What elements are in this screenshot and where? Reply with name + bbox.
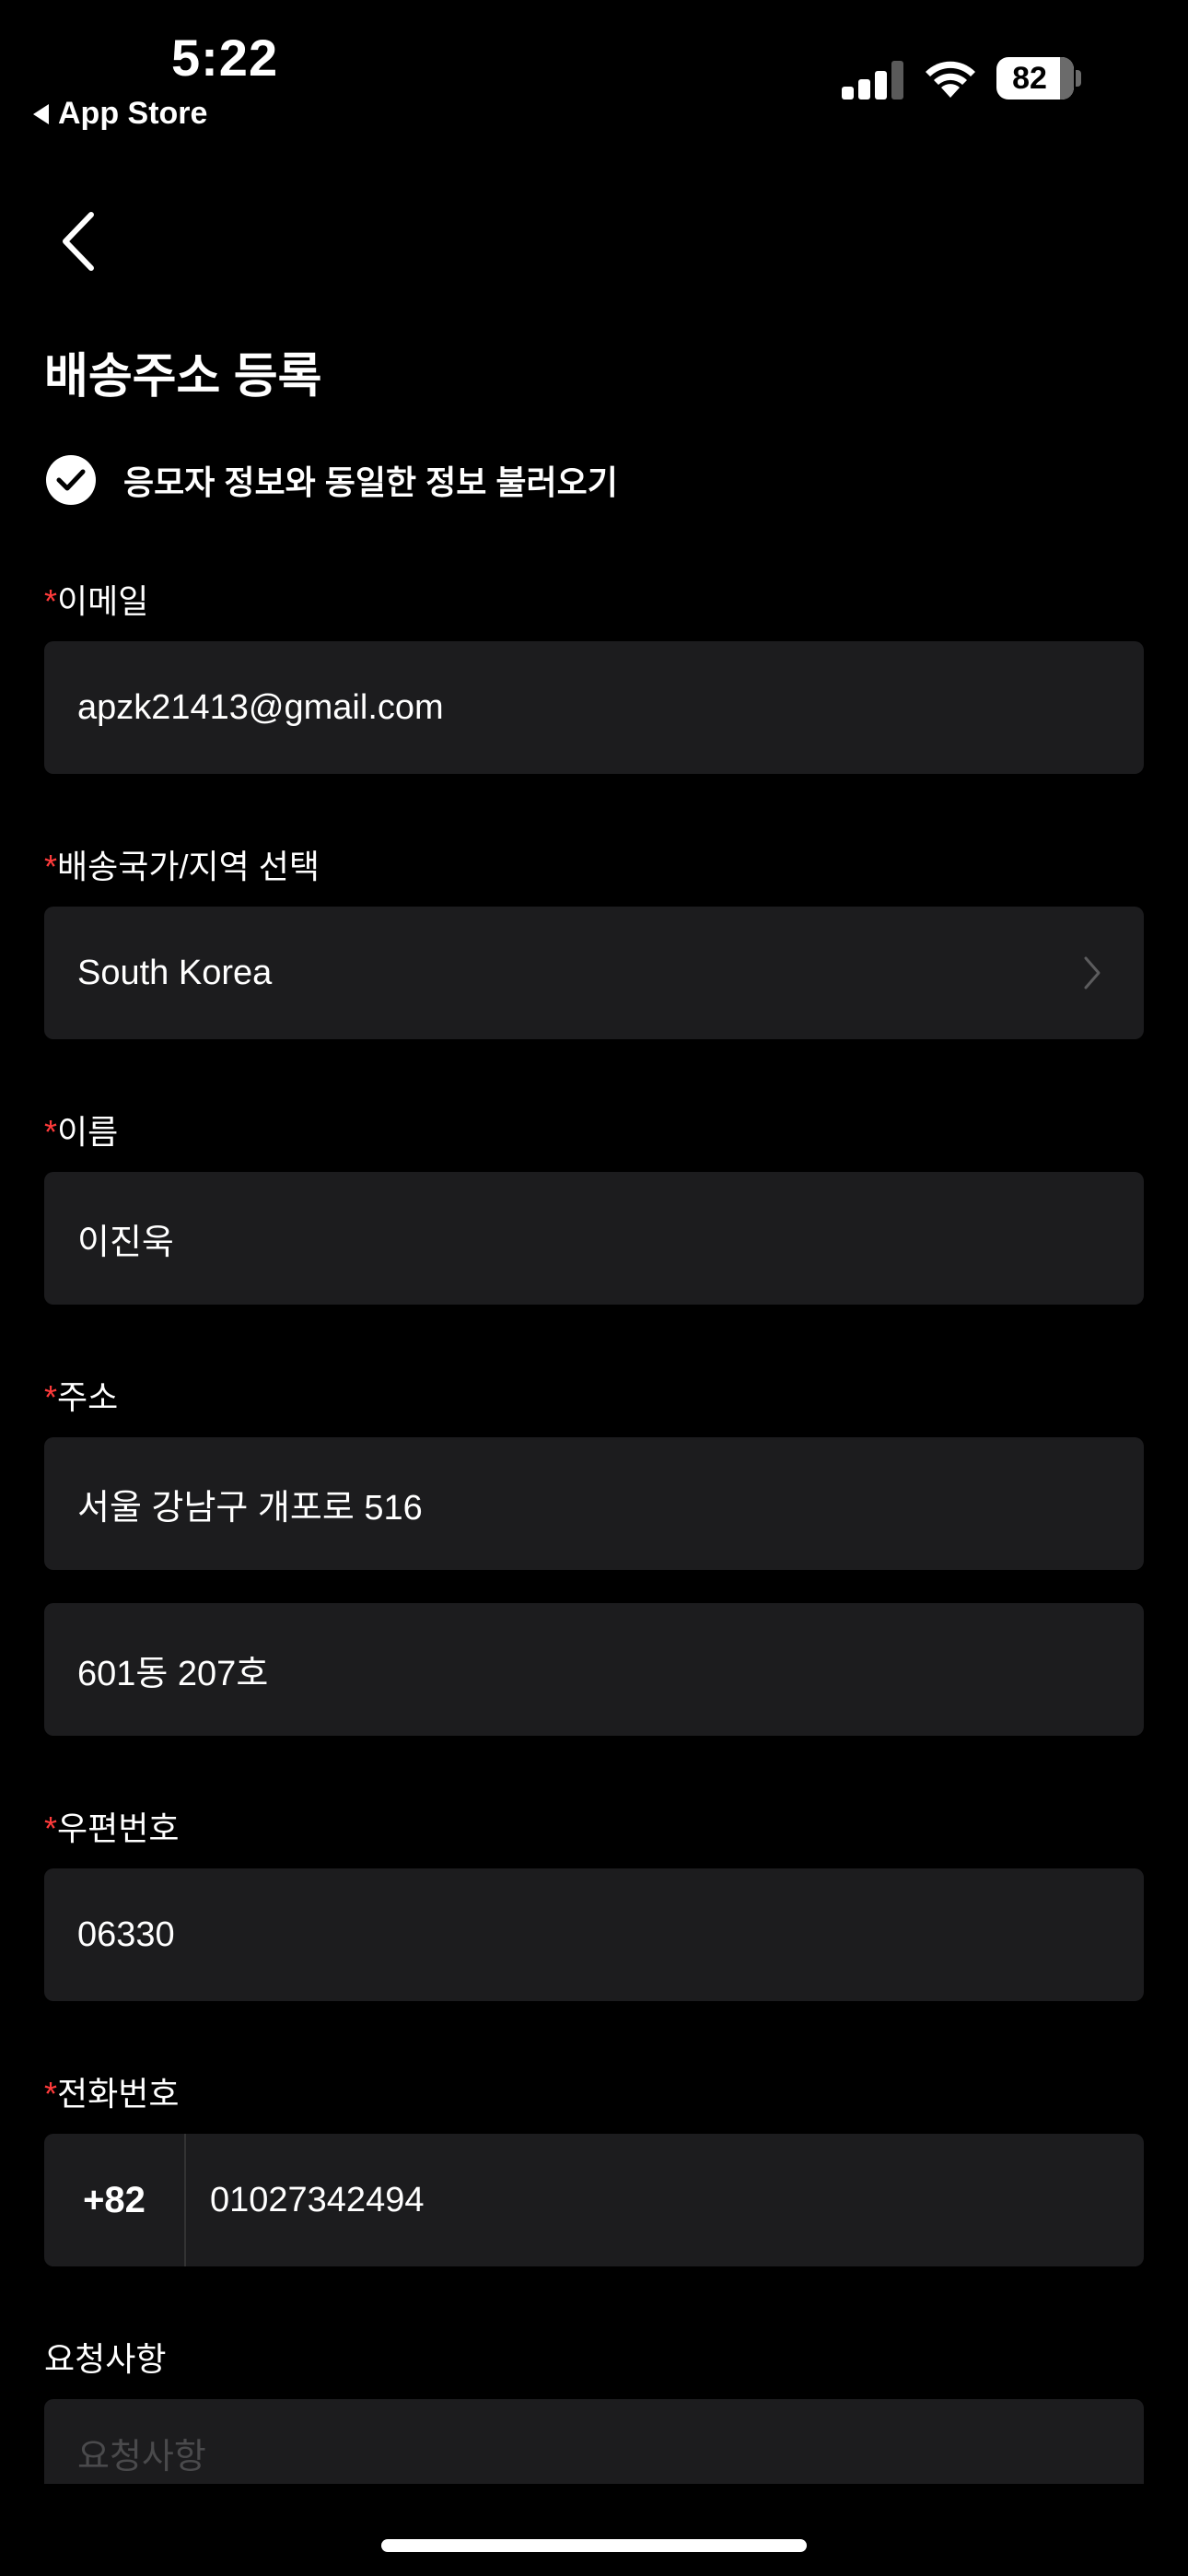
back-triangle-icon xyxy=(33,103,49,124)
required-mark: * xyxy=(44,582,58,620)
phone-number-value: 01027342494 xyxy=(210,2180,425,2219)
name-value: 이진욱 xyxy=(77,1223,174,1262)
required-mark: * xyxy=(44,2075,58,2113)
battery-percent: 82 xyxy=(1012,61,1047,96)
home-indicator xyxy=(381,2539,807,2552)
back-to-app-store[interactable]: App Store xyxy=(33,96,207,132)
email-label: *이메일 xyxy=(44,575,148,623)
address-line2-field[interactable]: 601동 207호 xyxy=(44,1603,1144,1736)
checkmark-circle-icon xyxy=(46,455,96,505)
name-label-text: 이름 xyxy=(57,1113,119,1151)
required-mark: * xyxy=(44,1378,58,1416)
battery-icon: 82 xyxy=(996,57,1081,100)
postal-label-text: 우편번호 xyxy=(57,1809,180,1847)
status-bar: 5:22 App Store 82 xyxy=(0,0,1188,147)
postal-code-field[interactable]: 06330 xyxy=(44,1868,1144,2001)
wifi-icon xyxy=(926,61,975,98)
back-app-label: App Store xyxy=(58,96,208,131)
country-label-text: 배송국가/지역 선택 xyxy=(57,848,320,885)
phone-label: *전화번호 xyxy=(44,2067,180,2115)
request-label-text: 요청사항 xyxy=(44,2340,167,2378)
address-line2-value: 601동 207호 xyxy=(77,1654,269,1693)
email-field[interactable]: apzk21413@gmail.com xyxy=(44,641,1144,774)
required-mark: * xyxy=(44,1113,58,1151)
country-code-selector[interactable]: +82 xyxy=(44,2134,186,2266)
shipping-address-screen: 5:22 App Store 82 배송주소 등록 응모자 정보와 동일한 정보… xyxy=(0,0,1188,2576)
same-as-applicant-checkbox[interactable]: 응모자 정보와 동일한 정보 불러오기 xyxy=(46,455,618,505)
address-line1-field[interactable]: 서울 강남구 개포로 516 xyxy=(44,1437,1144,1570)
address-label: *주소 xyxy=(44,1371,118,1419)
email-value: apzk21413@gmail.com xyxy=(77,687,444,727)
request-placeholder: 요청사항 xyxy=(77,2438,206,2476)
phone-field[interactable]: +82 01027342494 xyxy=(44,2134,1144,2266)
required-mark: * xyxy=(44,1809,58,1847)
email-label-text: 이메일 xyxy=(57,582,149,620)
country-label: *배송국가/지역 선택 xyxy=(44,840,320,888)
required-mark: * xyxy=(44,848,58,885)
chevron-left-icon xyxy=(63,212,94,271)
name-label: *이름 xyxy=(44,1106,118,1153)
address-label-text: 주소 xyxy=(57,1378,119,1416)
country-select[interactable]: South Korea xyxy=(44,907,1144,1039)
cellular-signal-icon xyxy=(842,61,904,100)
request-label: 요청사항 xyxy=(44,2333,166,2381)
chevron-right-icon xyxy=(1084,956,1101,989)
country-value: South Korea xyxy=(77,953,273,992)
same-info-label: 응모자 정보와 동일한 정보 불러오기 xyxy=(123,463,618,501)
address-line1-value: 서울 강남구 개포로 516 xyxy=(77,1488,423,1528)
phone-label-text: 전화번호 xyxy=(57,2075,180,2113)
status-time: 5:22 xyxy=(171,29,279,87)
name-field[interactable]: 이진욱 xyxy=(44,1172,1144,1305)
postal-label: *우편번호 xyxy=(44,1802,180,1850)
nav-back-button[interactable] xyxy=(46,205,111,278)
request-field[interactable]: 요청사항 xyxy=(44,2399,1144,2484)
postal-value: 06330 xyxy=(77,1914,175,1954)
page-title: 배송주소 등록 xyxy=(44,350,322,404)
